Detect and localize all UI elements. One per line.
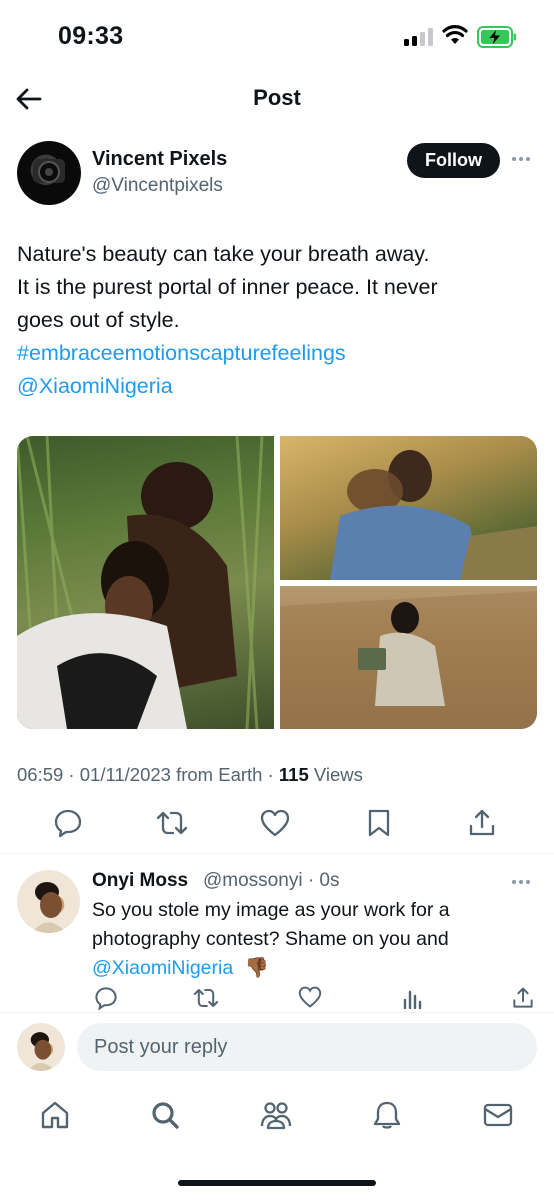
post-media-grid: [17, 436, 537, 729]
post-author: Vincent Pixels @Vincentpixels Follow: [0, 140, 554, 210]
views-icon[interactable]: [402, 986, 424, 1010]
like-icon[interactable]: [258, 806, 292, 840]
views-label: Views: [308, 764, 363, 785]
thumbs-down-emoji: 👎🏾: [244, 957, 269, 979]
author-name[interactable]: Vincent Pixels: [92, 148, 227, 171]
post-meta: 06:59 · 01/11/2023 from Earth · 115 View…: [17, 764, 363, 786]
cellular-signal-icon: [404, 28, 434, 46]
tab-bar: [0, 1090, 554, 1146]
communities-icon[interactable]: [259, 1098, 293, 1132]
reply-icon[interactable]: [51, 806, 85, 840]
mention-link[interactable]: @XiaomiNigeria: [17, 370, 537, 403]
hashtag-link[interactable]: #embraceemotionscapturefeelings: [17, 337, 537, 370]
search-icon[interactable]: [148, 1098, 182, 1132]
status-time: 09:33: [58, 22, 124, 50]
notifications-icon[interactable]: [370, 1098, 404, 1132]
avatar[interactable]: [17, 141, 81, 205]
post-photo[interactable]: [17, 436, 274, 729]
messages-icon[interactable]: [481, 1098, 515, 1132]
repost-icon[interactable]: [193, 986, 219, 1010]
repost-icon[interactable]: [155, 806, 189, 840]
post-text-line: goes out of style.: [17, 308, 180, 332]
reply-body: So you stole my image as your work for a…: [92, 899, 450, 950]
page-title: Post: [253, 85, 301, 110]
views-count: 115: [278, 764, 309, 785]
reply-item[interactable]: Onyi Moss @mossonyi · 0s So you stole my…: [0, 862, 554, 1012]
like-icon[interactable]: [298, 986, 322, 1008]
reply-icon[interactable]: [94, 986, 118, 1010]
divider: [0, 853, 554, 854]
avatar[interactable]: [17, 870, 80, 933]
avatar: [17, 1023, 65, 1071]
reply-actions: [0, 986, 554, 1012]
post-photo[interactable]: [280, 586, 537, 729]
share-icon[interactable]: [512, 986, 534, 1010]
reply-author-name[interactable]: Onyi Moss: [92, 870, 188, 892]
post-actions: [0, 806, 554, 846]
post-text-line: Nature's beauty can take your breath awa…: [17, 242, 430, 266]
wifi-icon: [442, 25, 468, 44]
share-icon[interactable]: [465, 806, 499, 840]
reply-input[interactable]: Post your reply: [77, 1023, 537, 1071]
battery-charging-icon: [477, 26, 516, 48]
status-bar: 09:33: [0, 0, 554, 70]
post-text-line: It is the purest portal of inner peace. …: [17, 275, 438, 299]
bookmark-icon[interactable]: [362, 806, 396, 840]
more-options-icon[interactable]: [512, 157, 530, 161]
post-header: Post: [0, 70, 554, 128]
post-timestamp: 06:59 · 01/11/2023 from Earth ·: [17, 764, 279, 785]
home-indicator: [178, 1180, 376, 1186]
author-handle[interactable]: @Vincentpixels: [92, 175, 223, 197]
home-icon[interactable]: [38, 1098, 72, 1132]
reply-author-handle[interactable]: @mossonyi · 0s: [203, 870, 340, 892]
reply-composer: Post your reply: [0, 1012, 554, 1082]
post-photo[interactable]: [280, 436, 537, 580]
post-text: Nature's beauty can take your breath awa…: [17, 238, 537, 403]
mention-link[interactable]: @XiaomiNigeria: [92, 957, 233, 979]
reply-text: So you stole my image as your work for a…: [92, 896, 522, 983]
more-options-icon[interactable]: [512, 880, 530, 884]
follow-button[interactable]: Follow: [407, 143, 500, 178]
